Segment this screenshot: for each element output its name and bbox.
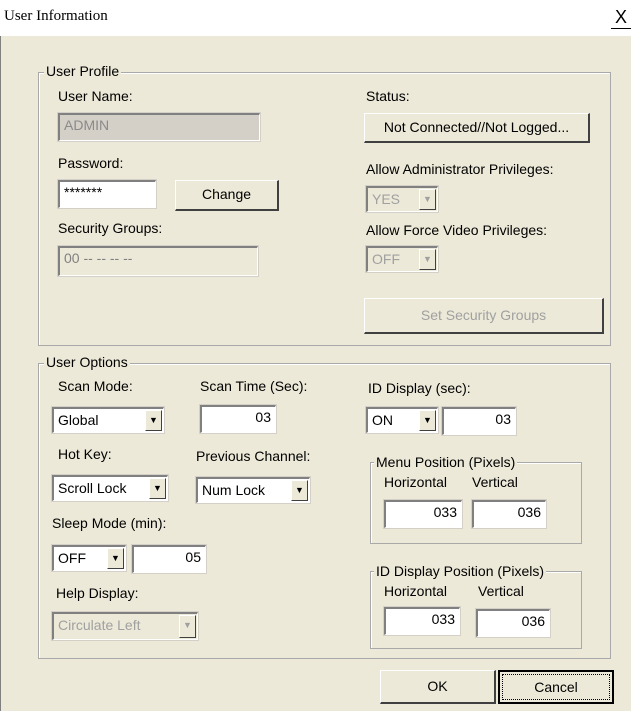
menu-horizontal-field[interactable]: 033 (383, 499, 463, 529)
scan-time-label: Scan Time (Sec): (200, 378, 308, 394)
id-display-select[interactable]: ON ▼ (365, 406, 439, 434)
menu-vertical-field[interactable]: 036 (471, 499, 547, 529)
admin-privileges-select: YES ▼ (365, 185, 439, 213)
chevron-down-icon[interactable]: ▼ (145, 410, 162, 431)
menu-horizontal-label: Horizontal (384, 474, 448, 490)
user-profile-label: User Profile (44, 63, 122, 79)
chevron-down-icon: ▼ (419, 249, 436, 270)
previous-channel-label: Previous Channel: (196, 448, 311, 464)
force-video-select: OFF ▼ (365, 245, 439, 273)
force-video-label: Allow Force Video Privileges: (366, 222, 548, 238)
id-display-label: ID Display (sec): (368, 380, 471, 396)
admin-privileges-label: Allow Administrator Privileges: (366, 161, 554, 177)
force-video-value: OFF (372, 251, 400, 267)
hot-key-select[interactable]: Scroll Lock ▼ (51, 474, 169, 502)
hot-key-label: Hot Key: (58, 446, 112, 462)
admin-privileges-value: YES (372, 191, 401, 207)
menu-vertical-label: Vertical (472, 474, 518, 490)
help-display-value: Circulate Left (58, 617, 141, 633)
scan-mode-label: Scan Mode: (58, 378, 133, 394)
id-vertical-field[interactable]: 036 (475, 608, 551, 638)
dialog-left-edge (0, 36, 1, 711)
scan-time-field[interactable]: 03 (199, 404, 277, 434)
id-display-value: ON (372, 412, 393, 428)
scan-mode-select[interactable]: Global ▼ (51, 406, 165, 434)
security-groups-field: 00 -- -- -- -- (57, 245, 259, 277)
chevron-down-icon: ▼ (179, 615, 196, 638)
scan-mode-value: Global (58, 412, 99, 428)
set-security-groups-button: Set Security Groups (364, 298, 604, 334)
user-options-label: User Options (44, 354, 130, 370)
id-display-position-label: ID Display Position (Pixels) (374, 563, 547, 579)
sleep-mode-select[interactable]: OFF ▼ (51, 544, 127, 572)
status-button[interactable]: Not Connected//Not Logged... (364, 113, 590, 143)
chevron-down-icon[interactable]: ▼ (419, 410, 436, 431)
sleep-mode-label: Sleep Mode (min): (52, 515, 167, 531)
sleep-mode-value: OFF (58, 550, 86, 566)
previous-channel-value: Num Lock (202, 482, 266, 498)
password-label: Password: (58, 155, 124, 171)
cancel-button[interactable]: Cancel (498, 670, 614, 704)
chevron-down-icon[interactable]: ▼ (149, 478, 166, 499)
help-display-select: Circulate Left ▼ (51, 611, 199, 641)
user-name-field: ADMIN (57, 112, 261, 142)
id-display-seconds-field[interactable]: 03 (441, 406, 517, 436)
menu-position-label: Menu Position (Pixels) (374, 454, 518, 470)
status-label: Status: (366, 88, 410, 104)
id-horizontal-label: Horizontal (384, 583, 448, 599)
chevron-down-icon[interactable]: ▼ (291, 480, 308, 501)
id-vertical-label: Vertical (478, 583, 524, 599)
help-display-label: Help Display: (56, 585, 139, 601)
title-bar: User Information X (0, 0, 631, 36)
user-name-label: User Name: (58, 88, 133, 104)
id-horizontal-field[interactable]: 033 (383, 606, 461, 636)
hot-key-value: Scroll Lock (58, 480, 127, 496)
window-title: User Information (4, 8, 108, 24)
sleep-mode-minutes-field[interactable]: 05 (131, 544, 207, 574)
change-button[interactable]: Change (175, 180, 279, 211)
chevron-down-icon: ▼ (419, 189, 436, 210)
close-icon[interactable]: X (611, 8, 631, 29)
chevron-down-icon[interactable]: ▼ (107, 548, 124, 569)
ok-button[interactable]: OK (380, 670, 496, 704)
password-field[interactable]: ******* (57, 179, 157, 209)
previous-channel-select[interactable]: Num Lock ▼ (195, 476, 311, 504)
security-groups-label: Security Groups: (58, 220, 163, 236)
